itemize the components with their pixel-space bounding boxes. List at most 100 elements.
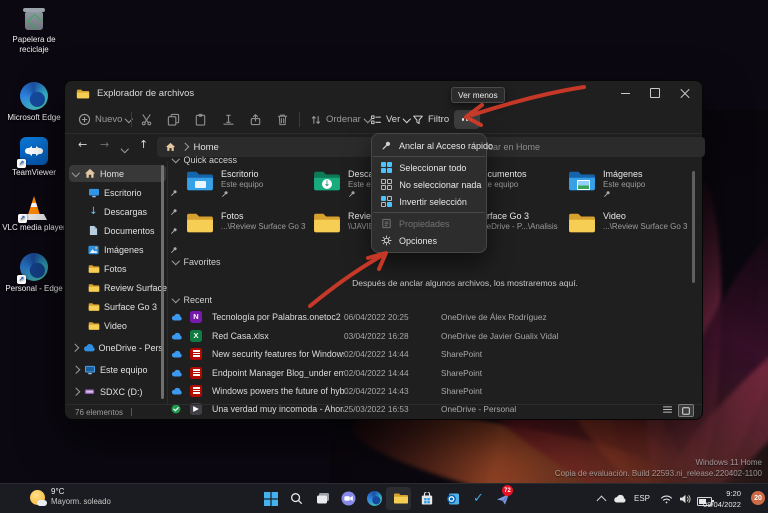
cloud-sync-status-icon (169, 350, 183, 358)
edge-icon: ↗ (17, 253, 48, 284)
sidebar-item-video[interactable]: Video (69, 317, 181, 334)
taskbar-todo-button[interactable]: ✓ (470, 490, 487, 507)
notification-count-badge[interactable]: 20 (751, 491, 765, 505)
clock[interactable]: 9:20 09/04/2022 (703, 488, 741, 510)
close-button[interactable] (670, 81, 700, 105)
delete-button[interactable] (271, 110, 293, 129)
quick-access-tile-video[interactable]: Video ...\Review Surface Go 3 (567, 211, 693, 251)
wifi-icon[interactable] (658, 490, 675, 507)
forward-button[interactable]: → (100, 139, 109, 150)
file-explorer-window: Explorador de archivos Nuevo Ordenar Ver… (64, 80, 705, 420)
weather-widget[interactable]: 9°C Mayorm. soleado (30, 487, 111, 507)
sd-card-icon (83, 387, 96, 396)
paste-button[interactable] (189, 110, 211, 129)
menu-separator (373, 212, 485, 213)
section-header-quick-access[interactable]: Quick access (171, 155, 237, 165)
tray-show-hidden-icons[interactable] (593, 492, 610, 509)
sidebar-item-onedrive[interactable]: OneDrive - Perso (69, 339, 166, 356)
sidebar-item-escritorio[interactable]: Escritorio (69, 184, 181, 201)
maximize-button[interactable] (640, 81, 670, 105)
taskbar-store-button[interactable] (418, 490, 435, 507)
desktop-icon-recycle-bin[interactable]: Papelera de reciclaje (1, 6, 67, 54)
desktop-icon-vlc[interactable]: ↗ VLC media player (1, 196, 67, 233)
up-button[interactable]: ↑ (139, 139, 148, 150)
menu-item-anclar-acceso-rapido[interactable]: Anclar al Acceso rápido (372, 137, 493, 154)
taskbar-explorer-button[interactable] (392, 490, 409, 507)
sidebar-item-imagenes[interactable]: Imágenes (69, 241, 181, 258)
pin-icon (381, 140, 392, 151)
folder-icon (87, 283, 100, 293)
select-all-icon (381, 161, 393, 174)
taskbar-chat-button[interactable] (340, 490, 357, 507)
sidebar-scrollbar[interactable] (161, 165, 164, 399)
see-more-button[interactable] (454, 110, 480, 129)
tooltip-ver-menos: Ver menos (451, 87, 505, 103)
back-button[interactable]: ← (78, 139, 87, 150)
taskbar-search-button[interactable] (288, 490, 305, 507)
quick-access-tile-escritorio[interactable]: Escritorio Este equipo (185, 169, 311, 209)
menu-item-seleccionar-todo[interactable]: Seleccionar todo (372, 159, 486, 176)
recent-file-row[interactable]: X Red Casa.xlsx 03/04/2022 16:28 OneDriv… (169, 328, 694, 343)
title-bar[interactable]: Explorador de archivos (65, 81, 702, 106)
folder-icon (185, 211, 215, 235)
onedrive-cloud-icon (614, 494, 626, 503)
details-view-button[interactable] (660, 404, 674, 415)
weather-condition: Mayorm. soleado (51, 497, 111, 506)
chevron-up-icon (596, 495, 607, 506)
options-gear-icon (381, 235, 392, 246)
folder-icon (87, 302, 100, 312)
recent-file-row[interactable]: Windows powers the future of hybrid work… (169, 383, 694, 398)
sidebar-item-este-equipo[interactable]: Este equipo (69, 361, 166, 378)
desktop-icon-label: Papelera de reciclaje (12, 35, 56, 54)
menu-item-opciones[interactable]: Opciones (372, 232, 486, 249)
sidebar-item-documentos[interactable]: Documentos (69, 222, 181, 239)
quick-access-tile-imagenes[interactable]: Imágenes Este equipo (567, 169, 693, 209)
sidebar-item-fotos[interactable]: Fotos (69, 260, 181, 277)
volume-icon[interactable] (676, 490, 693, 507)
filter-button[interactable]: Filtro (407, 109, 454, 130)
taskbar-outlook-button[interactable] (444, 490, 461, 507)
copy-button[interactable] (162, 110, 184, 129)
language-indicator[interactable]: ESP (634, 494, 650, 503)
filter-funnel-icon (413, 115, 423, 124)
new-button[interactable]: Nuevo (73, 109, 137, 130)
recent-file-row[interactable]: N Tecnología por Palabras.onetoc2 06/04/… (169, 309, 694, 324)
quick-access-tile-fotos[interactable]: Fotos ...\Review Surface Go 3 (185, 211, 311, 251)
sidebar-item-sdxc-drive[interactable]: SDXC (D:) (69, 383, 166, 400)
speaker-icon (679, 494, 691, 503)
share-button[interactable] (244, 110, 266, 129)
section-header-recent[interactable]: Recent (171, 295, 212, 305)
recent-locations-button[interactable] (120, 142, 129, 154)
sidebar-item-surface-go-3[interactable]: Surface Go 3 (69, 298, 181, 315)
desktop-icon-personal-edge[interactable]: ↗ Personal - Edge (1, 253, 67, 294)
menu-item-no-seleccionar-nada[interactable]: No seleccionar nada (372, 176, 486, 193)
picture-emblem (577, 180, 590, 190)
recent-file-row[interactable]: New security features for Windows 11 wil… (169, 346, 694, 361)
start-button[interactable] (262, 490, 279, 507)
taskbar-edge-button[interactable] (366, 490, 383, 507)
onenote-file-icon: N (190, 310, 202, 323)
menu-item-propiedades[interactable]: Propiedades (372, 215, 486, 232)
folder-icon (312, 211, 342, 235)
sidebar-item-descargas[interactable]: ↓ Descargas (69, 203, 181, 220)
cut-button[interactable] (135, 110, 157, 129)
tray-onedrive-icon[interactable] (611, 490, 628, 507)
large-icons-view-button[interactable] (678, 404, 694, 417)
sidebar-item-home[interactable]: Home (69, 165, 166, 182)
rename-button[interactable] (217, 110, 239, 129)
folder-icon (567, 211, 597, 235)
plus-circle-icon (78, 113, 91, 126)
recent-file-row[interactable]: Endpoint Manager Blog_under embargo Apri… (169, 365, 694, 380)
minimize-button[interactable] (610, 81, 640, 105)
task-view-button[interactable] (314, 490, 331, 507)
section-header-favorites[interactable]: Favorites (171, 257, 221, 267)
cloud-sync-status-icon (169, 313, 183, 321)
sidebar-item-review-surface[interactable]: Review Surface (69, 279, 181, 296)
excel-file-icon: X (190, 329, 202, 342)
search-input[interactable] (471, 141, 698, 153)
menu-item-invertir-seleccion[interactable]: Invertir selección (372, 193, 486, 210)
desktop-icon-teamviewer[interactable]: ↗ TeamViewer (1, 137, 67, 178)
pin-icon (603, 190, 645, 198)
pin-icon (170, 189, 178, 197)
desktop-icon-microsoft-edge[interactable]: Microsoft Edge (1, 82, 67, 123)
